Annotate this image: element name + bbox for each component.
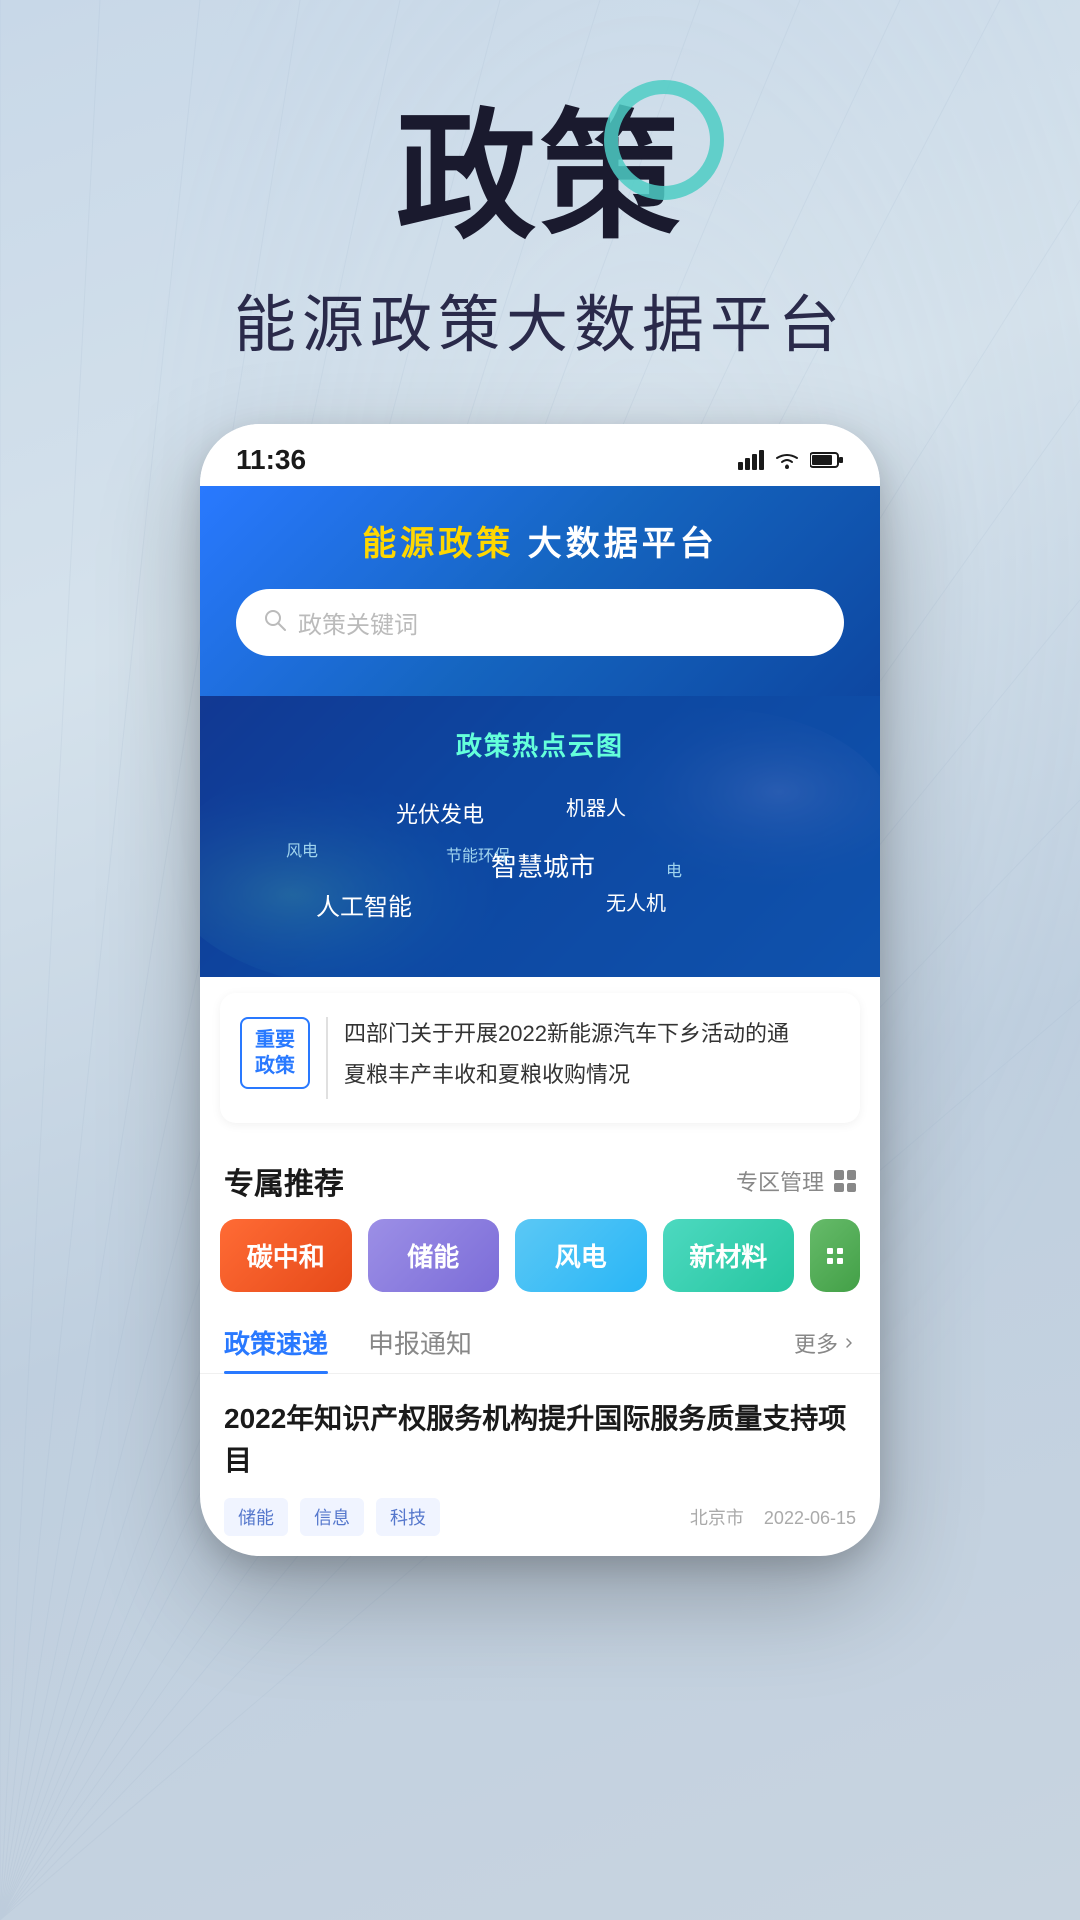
- category-wind[interactable]: 风电: [515, 1219, 647, 1292]
- signal-icon: [738, 450, 764, 470]
- status-icons: [738, 450, 844, 470]
- app-header: 能源政策 大数据平台 政策关键词: [200, 486, 880, 696]
- hero-section: 政策 能源政策大数据平台: [0, 0, 1080, 424]
- news-tabs: 政策速递 申报通知 更多: [200, 1312, 880, 1374]
- cloud-tags: 光伏发电 机器人 节能环保 智慧城市 风电 人工智能 无人机 电: [236, 787, 844, 947]
- exclusive-section-header: 专属推荐 专区管理: [200, 1139, 880, 1219]
- exclusive-action-label: 专区管理: [736, 1165, 824, 1197]
- cloud-tag-zhihui: 智慧城市: [491, 847, 595, 884]
- important-policy-section: 重要 政策 四部门关于开展2022新能源汽车下乡活动的通 夏粮丰产丰收和夏粮收购…: [220, 993, 860, 1123]
- policy-badge: 重要 政策: [240, 1017, 310, 1089]
- exclusive-title: 专属推荐: [224, 1159, 344, 1203]
- news-article-title: 2022年知识产权服务机构提升国际服务质量支持项目: [224, 1398, 856, 1482]
- category-carbon[interactable]: 碳中和: [220, 1219, 352, 1292]
- app-title-white: 大数据平台: [528, 525, 718, 563]
- phone-container: 11:36: [0, 424, 1080, 1556]
- category-tags: 碳中和 储能 风电 新材料: [200, 1219, 880, 1312]
- search-placeholder-text: 政策关键词: [298, 605, 418, 640]
- status-time: 11:36: [236, 444, 306, 476]
- hot-cloud-section: 政策热点云图 光伏发电 机器人 节能环保 智慧城市 风电 人工智能 无人机 电: [200, 696, 880, 977]
- cloud-tag-guangfu: 光伏发电: [396, 797, 484, 829]
- news-date: 2022-06-15: [764, 1508, 856, 1528]
- cloud-tag-rengong: 人工智能: [316, 887, 412, 922]
- cloud-tag-wurenj: 无人机: [606, 887, 666, 916]
- news-more[interactable]: 更多: [794, 1327, 856, 1359]
- category-more[interactable]: [810, 1219, 860, 1292]
- cloud-tag-fengdian: 风电: [286, 837, 318, 861]
- news-meta: 北京市 2022-06-15: [690, 1504, 856, 1530]
- tab-application-notice[interactable]: 申报通知: [368, 1312, 472, 1373]
- news-tag-storage[interactable]: 储能: [224, 1498, 288, 1536]
- policy-item-1: 四部门关于开展2022新能源汽车下乡活动的通: [344, 1017, 840, 1050]
- hero-subtitle: 能源政策大数据平台: [0, 274, 1080, 364]
- policy-item-2: 夏粮丰产丰收和夏粮收购情况: [344, 1058, 840, 1091]
- grid-icon: [834, 1170, 856, 1192]
- cloud-tag-jiqiren: 机器人: [566, 792, 626, 821]
- news-article[interactable]: 2022年知识产权服务机构提升国际服务质量支持项目 储能 信息 科技 北京市 2…: [200, 1374, 880, 1556]
- news-tags-row: 储能 信息 科技 北京市 2022-06-15: [224, 1498, 856, 1536]
- wifi-icon: [774, 450, 800, 470]
- news-location: 北京市: [690, 1508, 744, 1528]
- app-title-yellow: 能源政策: [362, 525, 514, 563]
- news-tag-tech[interactable]: 科技: [376, 1498, 440, 1536]
- search-bar[interactable]: 政策关键词: [236, 589, 844, 656]
- policy-divider: [326, 1017, 328, 1099]
- notch: [450, 424, 630, 460]
- tab-policy-express[interactable]: 政策速递: [224, 1312, 328, 1373]
- policy-items: 四部门关于开展2022新能源汽车下乡活动的通 夏粮丰产丰收和夏粮收购情况: [344, 1017, 840, 1099]
- status-bar: 11:36: [200, 424, 880, 486]
- search-icon: [264, 609, 286, 637]
- category-material[interactable]: 新材料: [663, 1219, 795, 1292]
- phone-mockup: 11:36: [200, 424, 880, 1556]
- news-tag-info[interactable]: 信息: [300, 1498, 364, 1536]
- exclusive-action[interactable]: 专区管理: [736, 1165, 856, 1197]
- cloud-tag-dian: 电: [666, 857, 682, 881]
- category-storage[interactable]: 储能: [368, 1219, 500, 1292]
- app-header-title: 能源政策 大数据平台: [236, 516, 844, 565]
- circle-decoration: [604, 80, 724, 200]
- hot-cloud-title: 政策热点云图: [236, 726, 844, 763]
- battery-icon: [810, 451, 844, 469]
